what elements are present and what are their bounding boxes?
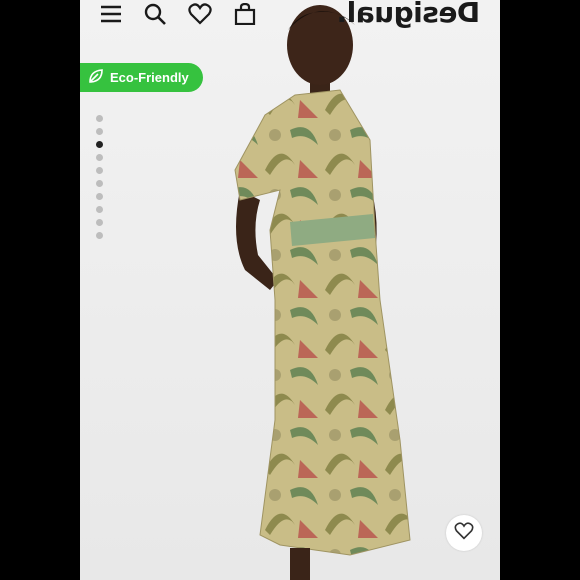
gallery-dot[interactable] xyxy=(96,232,103,239)
eco-friendly-badge: Eco-Friendly xyxy=(80,63,203,92)
menu-icon[interactable] xyxy=(98,2,124,26)
gallery-dot[interactable] xyxy=(96,154,103,161)
badge-label: Eco-Friendly xyxy=(110,70,189,85)
shopping-bag-icon[interactable] xyxy=(232,2,258,26)
gallery-dot-active[interactable] xyxy=(96,141,103,148)
top-navigation: Desigual. xyxy=(80,0,500,30)
gallery-dot[interactable] xyxy=(96,128,103,135)
heart-outline-icon xyxy=(454,521,474,545)
gallery-dot[interactable] xyxy=(96,206,103,213)
gallery-pagination xyxy=(96,115,103,239)
gallery-dot[interactable] xyxy=(96,180,103,187)
leaf-icon xyxy=(88,68,104,87)
search-icon[interactable] xyxy=(142,2,168,26)
brand-logo[interactable]: Desigual. xyxy=(337,0,480,29)
add-to-wishlist-button[interactable] xyxy=(446,515,482,551)
gallery-dot[interactable] xyxy=(96,167,103,174)
gallery-dot[interactable] xyxy=(96,115,103,122)
gallery-dot[interactable] xyxy=(96,219,103,226)
heart-icon[interactable] xyxy=(187,2,213,26)
gallery-dot[interactable] xyxy=(96,193,103,200)
product-screen: Desigual. Eco-Friendly xyxy=(80,0,500,580)
